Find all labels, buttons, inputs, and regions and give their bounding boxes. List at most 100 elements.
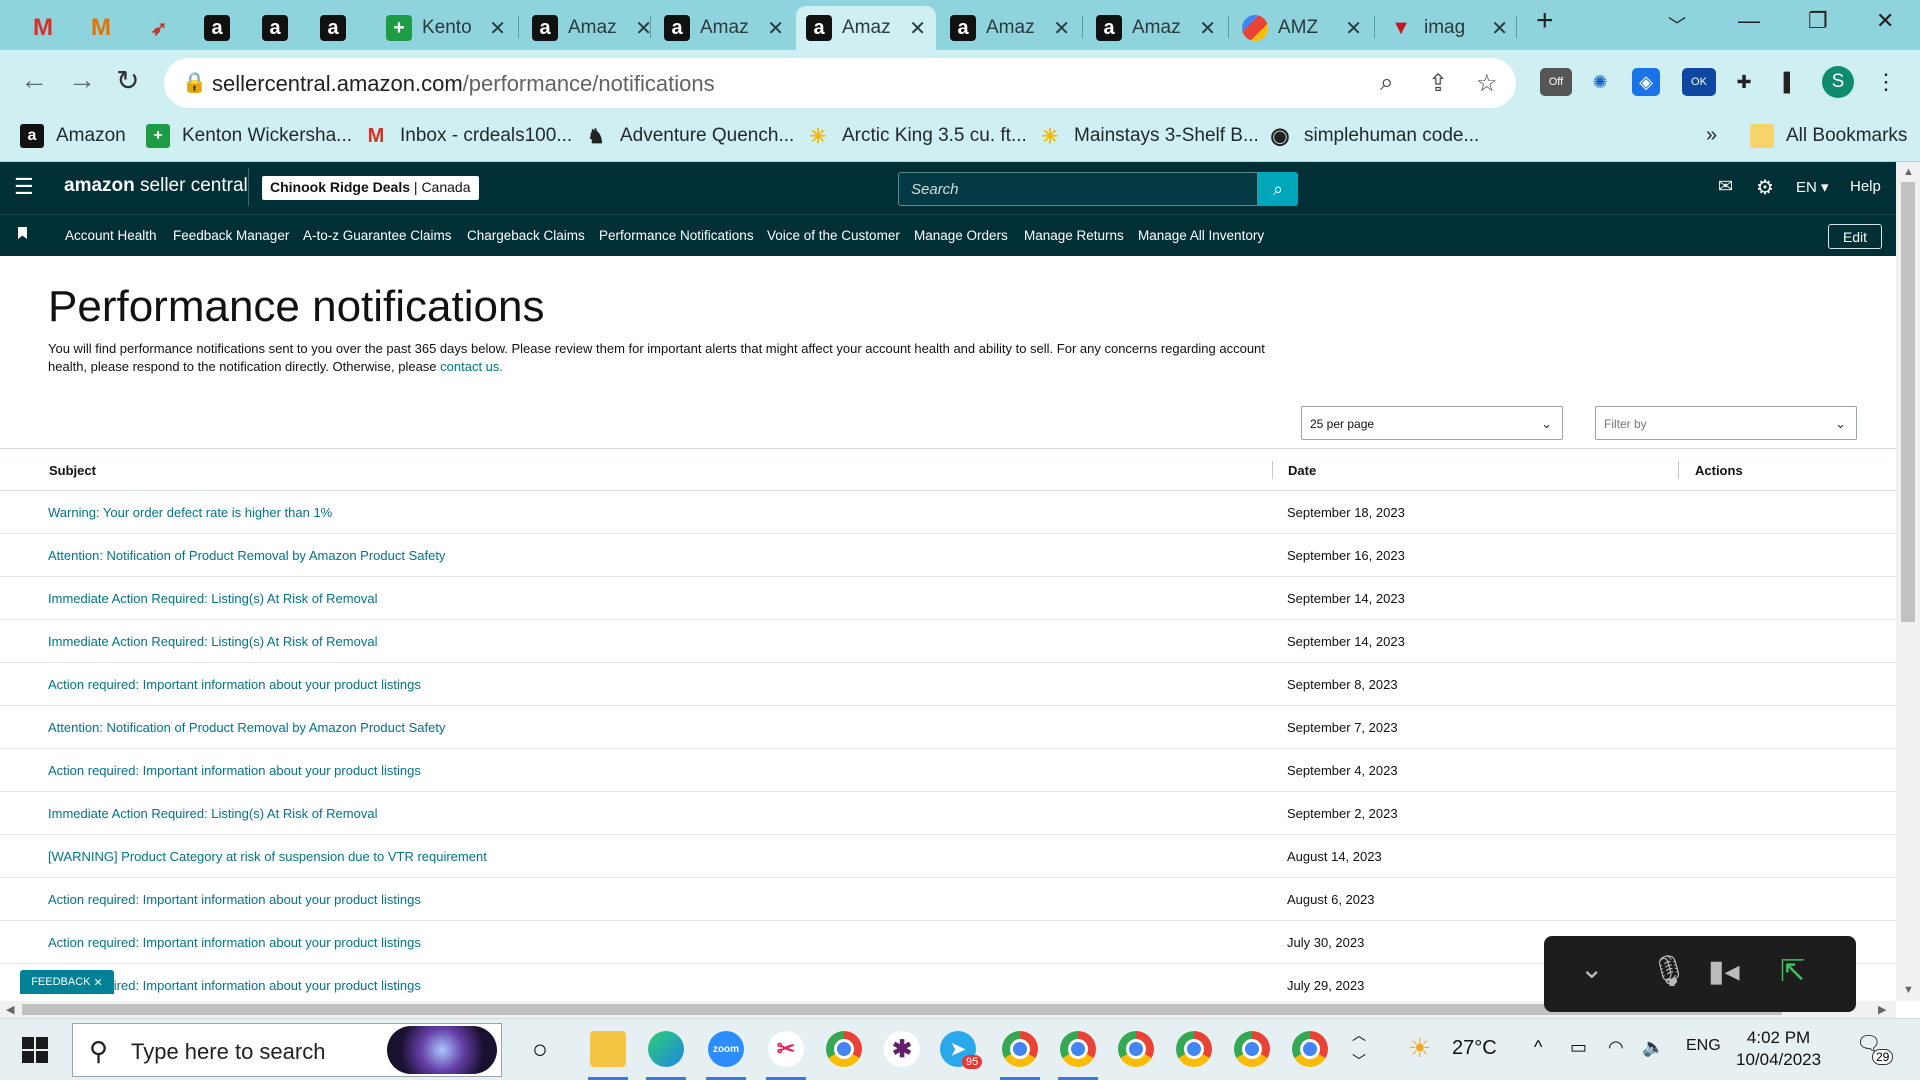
scrollbar-thumb[interactable] — [22, 1004, 1782, 1015]
hamburger-menu-icon[interactable]: ☰ — [14, 176, 34, 198]
video-camera-icon[interactable]: ▮◂ — [1708, 954, 1740, 989]
profile-avatar[interactable]: S — [1822, 66, 1854, 98]
bookmark-inbox[interactable]: M Inbox - crdeals100... — [364, 124, 573, 148]
system-clock[interactable]: 4:02 PM 10/04/2023 — [1736, 1027, 1821, 1071]
bookmark-adventure[interactable]: ♞ Adventure Quench... — [584, 124, 794, 148]
weather-sun-icon[interactable]: ☀ — [1408, 1033, 1431, 1064]
search-input[interactable]: Search — [898, 172, 1258, 206]
forward-arrow-icon[interactable]: → — [68, 64, 96, 96]
new-tab-icon[interactable]: + — [1536, 4, 1554, 38]
battery-icon[interactable]: ▭ — [1570, 1037, 1587, 1058]
notification-subject-link[interactable]: Action required: Important information a… — [48, 935, 421, 950]
mail-icon[interactable]: ✉ — [1718, 176, 1733, 197]
file-explorer-icon[interactable] — [590, 1031, 626, 1067]
url-text[interactable]: sellercentral.amazon.com/performance/not… — [212, 71, 715, 97]
scroll-right-arrow-icon[interactable]: ▶ — [1878, 1003, 1886, 1016]
chrome-profile-icon[interactable] — [1002, 1031, 1038, 1067]
notification-subject-link[interactable]: Immediate Action Required: Listing(s) At… — [48, 591, 377, 606]
snipping-tool-icon[interactable]: ✂ — [768, 1031, 804, 1067]
per-page-select[interactable]: 25 per page ⌄ — [1301, 406, 1563, 440]
zoom-icon[interactable]: ⌕ — [1380, 69, 1393, 97]
bookmark-icon[interactable] — [18, 227, 27, 239]
notification-subject-link[interactable]: Immediate Action Required: Listing(s) At… — [48, 806, 377, 821]
share-screen-icon[interactable]: ⇱ — [1780, 954, 1805, 989]
language-selector[interactable]: EN ▾ — [1796, 178, 1829, 196]
filter-select[interactable]: Filter by ⌄ — [1595, 406, 1857, 440]
windows-start-icon[interactable] — [22, 1037, 48, 1063]
close-tab-icon[interactable]: ✕ — [489, 16, 506, 41]
tab-kenton[interactable]: + Kento ✕ — [376, 6, 516, 50]
tab-image[interactable]: ▼ imag ✕ — [1378, 6, 1518, 50]
bookmark-kenton[interactable]: + Kenton Wickersha... — [146, 124, 352, 148]
nav-a-to-z-claims[interactable]: A-to-z Guarantee Claims — [303, 228, 452, 243]
minimize-icon[interactable]: — — [1738, 8, 1760, 34]
close-window-icon[interactable]: ✕ — [1876, 8, 1894, 34]
notification-subject-link[interactable]: Attention: Notification of Product Remov… — [48, 720, 445, 735]
contact-us-link[interactable]: contact us. — [440, 359, 503, 374]
close-tab-icon[interactable]: ✕ — [767, 16, 784, 41]
notification-subject-link[interactable]: Immediate Action Required: Listing(s) At… — [48, 634, 377, 649]
chrome-profile-icon[interactable] — [1234, 1031, 1270, 1067]
browser-menu-icon[interactable]: ⋮ — [1872, 68, 1900, 96]
wifi-icon[interactable]: ◠ — [1608, 1037, 1624, 1058]
more-bookmarks-icon[interactable]: » — [1706, 124, 1717, 147]
input-language[interactable]: ENG — [1686, 1037, 1721, 1055]
side-panel-icon[interactable]: ▌ — [1776, 68, 1804, 96]
slack-icon[interactable]: ✱ — [884, 1031, 920, 1067]
close-tab-icon[interactable]: ✕ — [1345, 16, 1362, 41]
settings-gear-icon[interactable]: ⚙ — [1756, 175, 1774, 200]
vertical-scrollbar[interactable]: ▲ ▼ — [1896, 162, 1920, 1001]
chrome-profile-icon[interactable] — [1176, 1031, 1212, 1067]
restore-icon[interactable]: ❐ — [1808, 8, 1828, 34]
tab-gmail-1[interactable]: M — [14, 6, 72, 50]
close-tab-icon[interactable]: ✕ — [1491, 16, 1508, 41]
chrome-profile-icon[interactable] — [1292, 1031, 1328, 1067]
chrome-icon[interactable] — [826, 1031, 862, 1067]
scroll-down-arrow-icon[interactable]: ▼ — [1903, 984, 1914, 996]
notification-subject-link[interactable]: Action required: Important information a… — [48, 892, 421, 907]
scroll-up-arrow-icon[interactable]: ▲ — [1903, 166, 1914, 178]
bookmark-star-icon[interactable]: ☆ — [1476, 69, 1498, 98]
notification-subject-link[interactable]: Warning: Your order defect rate is highe… — [48, 505, 332, 520]
tab-amazon-active[interactable]: a Amaz ✕ — [796, 6, 936, 50]
tab-amazon-c[interactable]: a — [304, 6, 362, 50]
bookmark-simplehuman[interactable]: ◉ simplehuman code... — [1268, 123, 1479, 148]
chrome-profile-icon[interactable] — [1118, 1031, 1154, 1067]
chevron-down-icon[interactable]: ﹀ — [1352, 1051, 1366, 1071]
edit-nav-button[interactable]: Edit — [1828, 224, 1882, 249]
nav-performance-notifications[interactable]: Performance Notifications — [599, 228, 754, 243]
notification-subject-link[interactable]: [WARNING] Product Category at risk of su… — [48, 849, 487, 864]
task-view-icon[interactable]: ○ — [522, 1031, 558, 1067]
help-link[interactable]: Help — [1850, 178, 1881, 195]
close-tab-icon[interactable]: ✕ — [1199, 16, 1216, 41]
extensions-puzzle-icon[interactable]: ✚ — [1730, 68, 1758, 96]
extension-gear-icon[interactable]: ✺ — [1586, 68, 1614, 96]
nav-account-health[interactable]: Account Health — [65, 228, 157, 243]
search-button[interactable]: ⌕ — [1258, 172, 1298, 206]
nav-manage-inventory[interactable]: Manage All Inventory — [1138, 228, 1264, 243]
edge-icon[interactable] — [648, 1031, 684, 1067]
notification-subject-link[interactable]: Attention: Notification of Product Remov… — [48, 548, 445, 563]
extension-tag-icon[interactable]: ◈ — [1632, 68, 1660, 96]
scroll-left-arrow-icon[interactable]: ◀ — [6, 1003, 14, 1016]
microphone-icon[interactable]: 🎙 — [1650, 954, 1688, 989]
lock-icon[interactable]: 🔒 — [182, 70, 207, 95]
address-bar[interactable]: 🔒 sellercentral.amazon.com/performance/n… — [164, 58, 1516, 108]
collapse-chevron-icon[interactable]: ⌄ — [1580, 952, 1603, 985]
tab-gmail-2[interactable]: M — [72, 6, 130, 50]
close-tab-icon[interactable]: ✕ — [1053, 16, 1070, 41]
tray-chevron-up-icon[interactable]: ^ — [1534, 1037, 1542, 1058]
taskbar-search-input[interactable]: ⚲ Type here to search — [72, 1023, 502, 1077]
bookmark-mainstays[interactable]: ✳ Mainstays 3-Shelf B... — [1038, 124, 1259, 148]
volume-icon[interactable]: 🔈 — [1642, 1037, 1664, 1058]
share-icon[interactable]: ⇪ — [1428, 69, 1448, 98]
close-tab-icon[interactable]: ✕ — [909, 16, 926, 41]
extension-off-icon[interactable]: Off — [1540, 68, 1572, 96]
tab-amazon-4[interactable]: a Amaz ✕ — [940, 6, 1080, 50]
chevron-up-icon[interactable]: ︿ — [1352, 1025, 1366, 1045]
tab-amz[interactable]: AMZ ✕ — [1232, 6, 1372, 50]
zoom-app-icon[interactable]: zoom — [708, 1031, 744, 1067]
extension-ok-icon[interactable]: OK — [1682, 68, 1716, 96]
reload-icon[interactable]: ↻ — [116, 64, 139, 97]
tab-amazon-b[interactable]: a — [246, 6, 304, 50]
